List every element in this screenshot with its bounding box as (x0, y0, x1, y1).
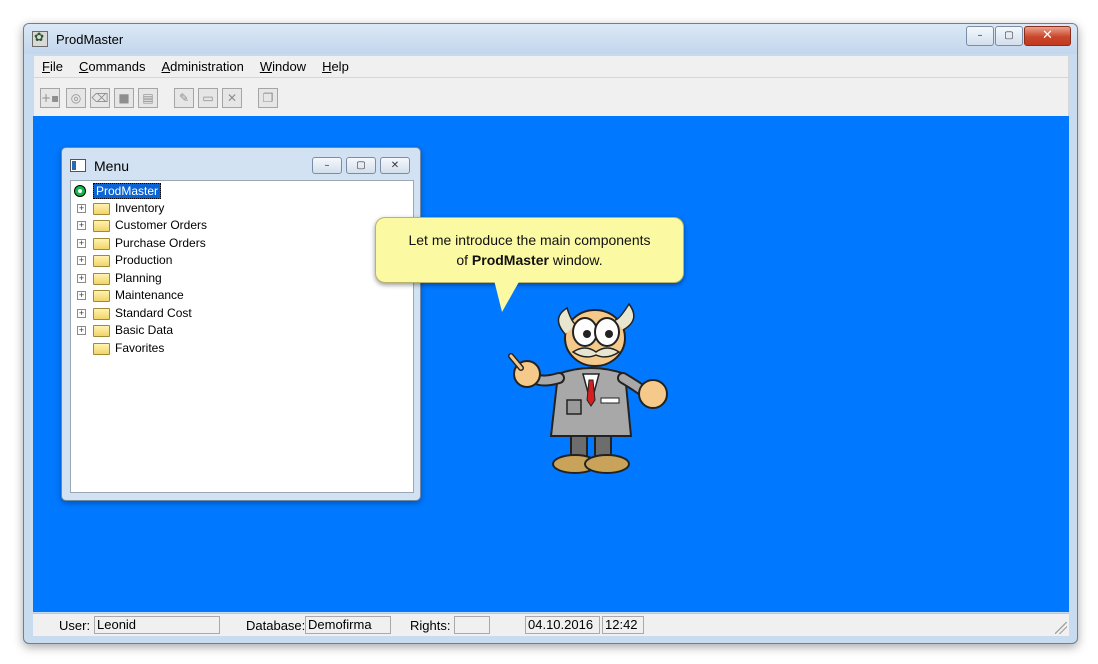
folder-icon (93, 255, 110, 267)
rights-label: Rights: (410, 618, 451, 633)
folder-icon: ▭ (202, 91, 214, 105)
status-bar: User: Leonid Database: Demofirma Rights:… (33, 613, 1069, 636)
menu-minimize-button[interactable]: – (312, 157, 342, 174)
folder-icon (93, 203, 110, 215)
database-label: Database: (246, 618, 306, 633)
expand-icon[interactable]: + (77, 309, 86, 318)
speech-bubble: Let me introduce the main components of … (375, 217, 684, 283)
expand-icon[interactable]: + (77, 326, 86, 335)
expand-icon[interactable]: + (77, 291, 86, 300)
menu-file[interactable]: File (40, 59, 65, 74)
menu-window[interactable]: Menu – ▢ ✕ ProdMaster + Inventory + Cust… (61, 147, 421, 501)
expand-icon[interactable]: + (77, 239, 86, 248)
edit-icon: ✎ (178, 91, 190, 105)
stop-button[interactable]: ■ (114, 88, 134, 108)
eraser-icon: ⌫ (91, 91, 109, 105)
menu-administration[interactable]: Administration (159, 59, 245, 74)
mdi-workspace[interactable]: Menu – ▢ ✕ ProdMaster + Inventory + Cust… (33, 116, 1069, 612)
folder-icon (93, 238, 110, 250)
copy-icon: ❐ (262, 91, 274, 105)
window-title: ProdMaster (56, 32, 124, 47)
folder-icon (93, 308, 110, 320)
bubble-line-2-prefix: of (456, 252, 472, 268)
close-button[interactable]: ✕ (1024, 26, 1071, 46)
edit-button[interactable]: ✎ (174, 88, 194, 108)
delete-icon: ✕ (226, 91, 238, 105)
delete-button[interactable]: ✕ (222, 88, 242, 108)
menu-window[interactable]: Window (258, 59, 308, 74)
document-icon: ▤ (142, 91, 154, 105)
tree-item-label: Inventory (115, 201, 165, 215)
maximize-button[interactable]: ▢ (995, 26, 1023, 46)
expand-icon[interactable]: + (77, 256, 86, 265)
folder-icon (93, 273, 110, 285)
tree-item-label: Favorites (115, 341, 165, 355)
bubble-line-2-bold: ProdMaster (471, 252, 549, 268)
tree-root[interactable]: ProdMaster (71, 182, 181, 199)
tree-item-label: Customer Orders (115, 218, 208, 232)
bubble-line-1: Let me introduce the main components (408, 232, 651, 248)
menu-bar: File Commands Administration Window Help (33, 55, 1069, 78)
insert-button[interactable]: +▪ (40, 88, 60, 108)
tree-item-standard-cost[interactable]: + Standard Cost (71, 305, 271, 322)
tree-item-maintenance[interactable]: + Maintenance (71, 287, 271, 304)
tree-item-purchase-orders[interactable]: + Purchase Orders (71, 235, 271, 252)
copy-button[interactable]: ❐ (258, 88, 278, 108)
database-field: Demofirma (305, 616, 391, 634)
tree-item-planning[interactable]: + Planning (71, 270, 271, 287)
folder-icon (93, 290, 110, 302)
find-button[interactable]: ◎ (66, 88, 86, 108)
tree-item-label: Basic Data (115, 323, 174, 337)
minimize-button[interactable]: – (966, 26, 994, 46)
tree-item-label: Purchase Orders (115, 236, 206, 250)
menu-help[interactable]: Help (320, 59, 351, 74)
eraser-button[interactable]: ⌫ (90, 88, 110, 108)
menu-commands[interactable]: Commands (77, 59, 147, 74)
menu-window-icon (70, 159, 86, 172)
tree-item-label: Production (115, 253, 173, 267)
tree-item-label: Planning (115, 271, 162, 285)
user-field: Leonid (94, 616, 220, 634)
find-icon: ◎ (70, 91, 82, 105)
date-field: 04.10.2016 (525, 616, 600, 634)
folder-icon (93, 325, 110, 337)
professor-mascot (508, 302, 668, 474)
expand-icon[interactable]: + (77, 274, 86, 283)
folder-button[interactable]: ▭ (198, 88, 218, 108)
rights-field (454, 616, 490, 634)
menu-window-controls: – ▢ ✕ (308, 157, 410, 174)
window-controls: – ▢ ✕ (965, 26, 1071, 46)
tree-item-favorites[interactable]: Favorites (71, 340, 271, 357)
document-button[interactable]: ▤ (138, 88, 158, 108)
expand-icon[interactable]: + (77, 204, 86, 213)
folder-icon (93, 220, 110, 232)
time-field: 12:42 (602, 616, 644, 634)
tree-item-customer-orders[interactable]: + Customer Orders (71, 217, 271, 234)
app-icon[interactable] (32, 30, 48, 47)
tree-root-label: ProdMaster (93, 183, 162, 199)
tree-item-label: Maintenance (115, 288, 184, 302)
insert-icon: +▪ (41, 91, 60, 105)
folder-icon (93, 343, 110, 355)
menu-maximize-button[interactable]: ▢ (346, 157, 376, 174)
menu-close-button[interactable]: ✕ (380, 157, 410, 174)
bubble-line-2-suffix: window. (548, 252, 603, 268)
tree-item-label: Standard Cost (115, 306, 192, 320)
stop-icon: ■ (118, 91, 130, 105)
title-bar[interactable]: ProdMaster – ▢ ✕ (24, 24, 1077, 54)
tree-item-production[interactable]: + Production (71, 252, 271, 269)
tree-item-inventory[interactable]: + Inventory (71, 200, 271, 217)
user-label: User: (59, 618, 91, 633)
prodmaster-window: ProdMaster – ▢ ✕ File Commands Administr… (23, 23, 1078, 644)
root-icon (74, 185, 86, 197)
menu-window-title: Menu (94, 158, 130, 174)
menu-tree: ProdMaster + Inventory + Customer Orders… (70, 180, 414, 493)
toolbar: +▪ ◎ ⌫ ■ ▤ ✎ ▭ ✕ ❐ (33, 77, 1069, 117)
tree-item-basic-data[interactable]: + Basic Data (71, 322, 271, 339)
resize-grip-icon[interactable] (1055, 622, 1067, 634)
bubble-text: Let me introduce the main components of … (376, 218, 683, 270)
expand-icon[interactable]: + (77, 221, 86, 230)
